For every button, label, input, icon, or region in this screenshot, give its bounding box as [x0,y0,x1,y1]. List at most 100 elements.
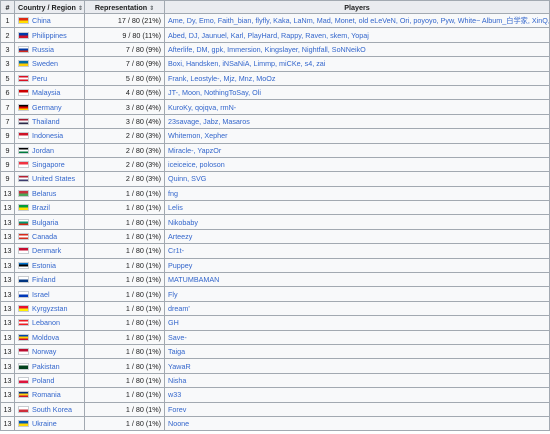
players-cell[interactable]: Cr1t- [164,243,550,259]
country-link[interactable]: Russia [32,45,54,54]
players-cell[interactable]: Taiga [164,343,550,360]
country-link[interactable]: Jordan [32,146,54,155]
header-representation[interactable]: Representation ⇕ [84,0,165,14]
country-link[interactable]: Pakistan [32,362,60,371]
country-link[interactable]: Brazil [32,203,50,212]
country-cell: Thailand [14,113,85,130]
flag-icon [18,146,29,154]
players-cell[interactable]: Nisha [164,372,550,389]
country-link[interactable]: Estonia [32,261,56,270]
players-cell[interactable]: Whitemon, Xepher [164,128,550,144]
rank-cell: 13 [0,228,15,245]
flag-icon [18,161,29,169]
table-body: 1 China 17 / 80 (21%) Ame, Dy, Emo, Faith_b… [0,12,550,432]
representation-cell: 1 / 80 (1%) [84,200,165,216]
table-row: 13 Estonia 1 / 80 (1%) Puppey [0,257,550,274]
players-cell[interactable]: Ame, Dy, Emo, Faith_bian, flyfly, Kaka, … [164,12,550,29]
players-cell[interactable]: YawaR [164,358,550,374]
table-row: 2 Philippines 9 / 80 (11%) Abed, DJ, Jaunue… [0,27,550,43]
country-cell: Canada [14,228,85,245]
country-link[interactable]: Peru [32,74,47,83]
country-link[interactable]: China [32,16,51,25]
country-link[interactable]: Kyrgyzstan [32,304,68,313]
country-link[interactable]: Lebanon [32,318,60,327]
players-cell[interactable]: Frank, Leostyle-, Mjz, Mnz, MoOz [164,70,550,86]
country-link[interactable]: Thailand [32,117,60,126]
players-cell[interactable]: Puppey [164,257,550,274]
flag-icon [18,391,29,399]
country-link[interactable]: Philippines [32,31,67,40]
flag-icon [18,60,29,68]
header-rank[interactable]: # [0,0,15,14]
players-cell[interactable]: KuroKy, qojqva, rmN- [164,99,550,115]
players-cell[interactable]: Forev [164,401,550,417]
country-link[interactable]: Israel [32,290,50,299]
players-cell[interactable]: Afterlife, DM, gpk, Immersion, Kingslaye… [164,41,550,58]
country-link[interactable]: Indonesia [32,131,63,140]
players-cell[interactable]: MATUMBAMAN [164,272,550,288]
rank-cell: 13 [0,200,15,216]
players-cell[interactable]: Nikobaby [164,214,550,230]
players-cell[interactable]: Noone [164,415,550,432]
players-cell[interactable]: JT-, Moon, NothingToSay, Oli [164,84,550,101]
country-link[interactable]: Finland [32,275,56,284]
country-cell: Poland [14,372,85,389]
representation-cell: 1 / 80 (1%) [84,415,165,432]
players-cell[interactable]: Arteezy [164,228,550,245]
flag-icon [18,362,29,370]
players-cell[interactable]: dream' [164,300,550,317]
country-cell: Israel [14,286,85,302]
country-link[interactable]: Poland [32,376,54,385]
header-country[interactable]: Country / Region ⇕ [14,0,85,14]
players-cell[interactable]: Boxi, Handsken, iNSaNiA, Limmp, miCKe, s… [164,56,550,72]
country-link[interactable]: Malaysia [32,88,60,97]
country-link[interactable]: Ukraine [32,419,57,428]
rank-cell: 13 [0,243,15,259]
table-row: 3 Sweden 7 / 80 (9%) Boxi, Handsken, iNSaNi… [0,56,550,72]
table-row: 13 Denmark 1 / 80 (1%) Cr1t- [0,243,550,259]
players-cell[interactable]: GH [164,315,550,331]
country-link[interactable]: Germany [32,103,62,112]
rank-cell: 9 [0,142,15,158]
table-row: 13 Kyrgyzstan 1 / 80 (1%) dream' [0,300,550,317]
representation-cell: 1 / 80 (1%) [84,372,165,389]
representation-cell: 1 / 80 (1%) [84,358,165,374]
country-link[interactable]: Norway [32,347,56,356]
country-link[interactable]: Romania [32,390,61,399]
flag-icon [18,31,29,39]
table-row: 3 Russia 7 / 80 (9%) Afterlife, DM, gpk, Im… [0,41,550,58]
players-cell[interactable]: Lelis [164,200,550,216]
players-cell[interactable]: Abed, DJ, Jaunuel, Karl, PlayHard, Rappy… [164,27,550,43]
players-cell[interactable]: 23savage, Jabz, Masaros [164,113,550,130]
players-cell[interactable]: w33 [164,387,550,403]
players-cell[interactable]: iceiceice, poloson [164,156,550,173]
players-cell[interactable]: Quinn, SVG [164,171,550,187]
rank-cell: 13 [0,315,15,331]
flag-icon [18,376,29,384]
flag-icon [18,333,29,341]
flag-icon [18,247,29,255]
country-cell: Romania [14,387,85,403]
representation-table-wrapper: # Country / Region ⇕ Representation ⇕ Play… [0,0,550,434]
country-link[interactable]: Bulgaria [32,218,58,227]
representation-cell: 1 / 80 (1%) [84,401,165,417]
header-players[interactable]: Players [164,0,550,14]
representation-cell: 1 / 80 (1%) [84,243,165,259]
sort-icon[interactable]: ⇕ [149,6,154,12]
country-link[interactable]: Denmark [32,246,61,255]
players-cell[interactable]: Miracle-, YapzOr [164,142,550,158]
rank-cell: 13 [0,372,15,389]
country-link[interactable]: Sweden [32,59,58,68]
country-link[interactable]: Singapore [32,160,65,169]
country-link[interactable]: United States [32,174,75,183]
sort-icon[interactable]: ⇕ [78,6,83,12]
players-cell[interactable]: fng [164,185,550,202]
players-cell[interactable]: Save- [164,329,550,345]
country-link[interactable]: Canada [32,232,57,241]
country-link[interactable]: Moldova [32,333,59,342]
representation-cell: 1 / 80 (1%) [84,387,165,403]
country-cell: Bulgaria [14,214,85,230]
country-link[interactable]: Belarus [32,189,56,198]
country-link[interactable]: South Korea [32,405,72,414]
players-cell[interactable]: Fly [164,286,550,302]
